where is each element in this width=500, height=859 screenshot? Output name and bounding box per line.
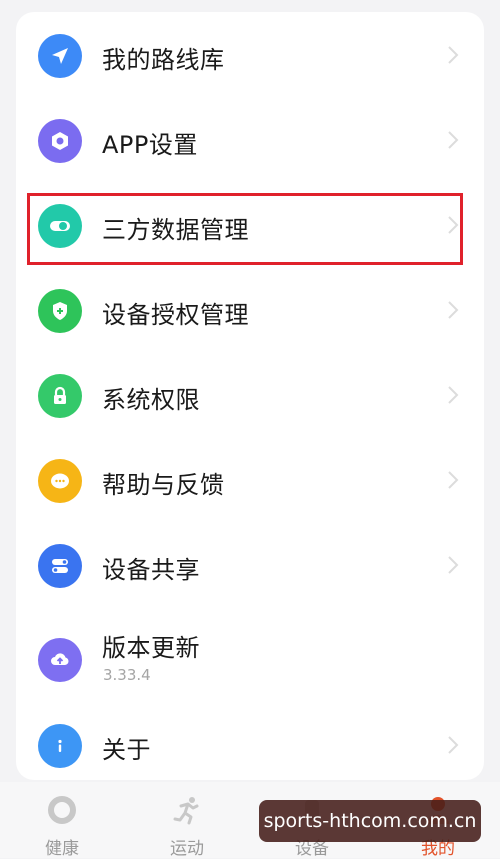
- menu-item-label: 帮助与反馈: [102, 471, 225, 499]
- tab-label: 运动: [170, 839, 204, 859]
- menu-item-version-update[interactable]: 版本更新 3.33.4: [16, 616, 484, 712]
- menu-item-help-feedback[interactable]: 帮助与反馈: [16, 441, 484, 521]
- health-ring-icon: [48, 796, 76, 824]
- lock-icon: [38, 374, 82, 418]
- chevron-right-icon: [448, 471, 459, 489]
- settings-menu-card: 我的路线库 APP设置 三方数据管理 设备授权管理 系统权限 帮助与反馈 设备共…: [16, 12, 484, 780]
- shield-plus-icon: [38, 289, 82, 333]
- menu-item-label: 设备授权管理: [102, 301, 249, 329]
- chat-bubble-icon: [38, 459, 82, 503]
- menu-item-label: 我的路线库: [102, 46, 225, 74]
- info-icon: [38, 724, 82, 768]
- settings-hexagon-icon: [38, 119, 82, 163]
- watermark-text: sports-hthcom.com.cn: [259, 800, 481, 842]
- menu-item-label: APP设置: [102, 131, 198, 159]
- menu-item-label: 设备共享: [102, 556, 200, 584]
- menu-item-system-permissions[interactable]: 系统权限: [16, 356, 484, 436]
- highlight-box: [27, 193, 463, 265]
- chevron-right-icon: [448, 131, 459, 149]
- share-toggle-icon: [38, 544, 82, 588]
- cloud-upload-icon: [38, 638, 82, 682]
- version-number: 3.33.4: [103, 666, 151, 684]
- tab-label: 健康: [45, 839, 79, 859]
- tab-health[interactable]: 健康: [12, 782, 112, 859]
- menu-item-about[interactable]: 关于: [16, 706, 484, 786]
- navigation-arrow-icon: [38, 34, 82, 78]
- chevron-right-icon: [448, 736, 459, 754]
- menu-item-label: 版本更新: [102, 634, 200, 662]
- menu-item-label: 关于: [102, 736, 151, 764]
- menu-item-route-library[interactable]: 我的路线库: [16, 16, 484, 96]
- menu-item-label: 系统权限: [102, 386, 200, 414]
- chevron-right-icon: [448, 556, 459, 574]
- chevron-right-icon: [448, 46, 459, 64]
- running-figure-icon: [173, 797, 199, 825]
- menu-item-device-sharing[interactable]: 设备共享: [16, 526, 484, 606]
- tab-sports[interactable]: 运动: [137, 782, 237, 859]
- chevron-right-icon: [448, 301, 459, 319]
- menu-item-device-authorization[interactable]: 设备授权管理: [16, 271, 484, 351]
- menu-item-app-settings[interactable]: APP设置: [16, 101, 484, 181]
- chevron-right-icon: [448, 386, 459, 404]
